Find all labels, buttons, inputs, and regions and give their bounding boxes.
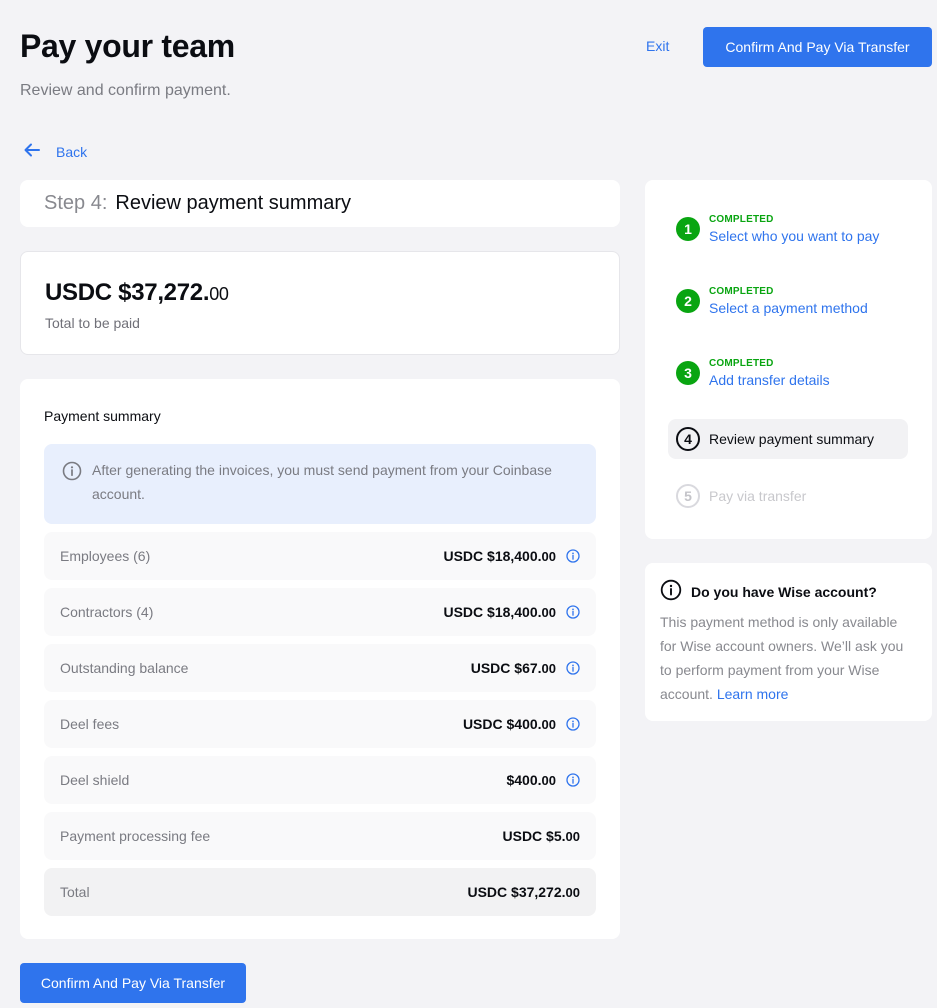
- row-value: USDC $5.00: [503, 828, 581, 844]
- row-value: $400.00: [506, 772, 556, 788]
- step-title: Review payment summary: [115, 192, 352, 214]
- row-value: USDC $18,400.00: [443, 604, 556, 620]
- step-badge-completed: 1: [676, 217, 700, 241]
- row-value: USDC $18,400.00: [443, 548, 556, 564]
- info-icon[interactable]: [566, 717, 580, 731]
- back-label: Back: [56, 143, 88, 160]
- step-badge-upcoming: 5: [676, 484, 700, 508]
- info-icon[interactable]: [566, 661, 580, 675]
- step-status: COMPLETED: [709, 286, 774, 297]
- summary-row: Employees (6) USDC $18,400.00: [44, 532, 596, 580]
- step-meta: COMPLETED Select a payment method: [709, 286, 868, 316]
- summary-row: Deel shield $400.00: [44, 756, 596, 804]
- page-subtitle: Review and confirm payment.: [20, 82, 231, 99]
- exit-link[interactable]: Exit: [646, 38, 669, 54]
- stepper-card: 1 COMPLETED Select who you want to pay 2…: [645, 180, 932, 539]
- total-card: USDC $37,272.00 Total to be paid: [20, 251, 620, 355]
- step-status: COMPLETED: [709, 214, 774, 225]
- row-value-group: USDC $37,272.00: [467, 884, 580, 900]
- step-item-2[interactable]: 2 COMPLETED Select a payment method: [676, 286, 868, 316]
- row-value-group: USDC $67.00: [471, 660, 580, 676]
- summary-rows: Employees (6) USDC $18,400.00 Contractor…: [44, 532, 596, 916]
- row-value-group: USDC $18,400.00: [443, 604, 580, 620]
- row-value-cents: 00: [541, 661, 556, 676]
- step-status: COMPLETED: [709, 358, 774, 369]
- alert-text: After generating the invoices, you must …: [92, 462, 552, 502]
- row-label: Payment processing fee: [60, 828, 211, 844]
- row-value-cents: 00: [565, 829, 580, 844]
- payment-summary-card: Payment summary After generating the inv…: [20, 379, 620, 939]
- row-value-cents: 00: [541, 717, 556, 732]
- step-label: Review payment summary: [709, 431, 874, 447]
- confirm-pay-button-top[interactable]: Confirm And Pay Via Transfer: [703, 27, 932, 67]
- row-label: Deel fees: [60, 716, 120, 732]
- summary-row: Outstanding balance USDC $67.00: [44, 644, 596, 692]
- step-badge-completed: 3: [676, 361, 700, 385]
- wise-title-text: Do you have Wise account?: [691, 583, 877, 600]
- row-value-group: USDC $5.00: [503, 828, 581, 844]
- summary-row: Deel fees USDC $400.00: [44, 700, 596, 748]
- step-header: Step 4: Review payment summary: [20, 180, 620, 227]
- info-icon[interactable]: [566, 549, 580, 563]
- step-badge-current: 4: [676, 427, 700, 451]
- page-title: Pay your team: [20, 28, 235, 64]
- info-icon: [660, 579, 682, 604]
- info-icon: [62, 461, 82, 481]
- row-value-main: USDC $18,400.: [443, 604, 542, 620]
- step-badge-completed: 2: [676, 289, 700, 313]
- summary-row: Contractors (4) USDC $18,400.00: [44, 588, 596, 636]
- row-value-cents: 00: [541, 549, 556, 564]
- step-link[interactable]: Select who you want to pay: [709, 228, 879, 244]
- row-label: Deel shield: [60, 772, 130, 788]
- row-value-main: $400.: [506, 772, 542, 788]
- summary-total-row: Total USDC $37,272.00: [44, 868, 596, 916]
- row-value: USDC $37,272.00: [467, 884, 580, 900]
- step-link[interactable]: Add transfer details: [709, 372, 830, 388]
- row-value-main: USDC $37,272.: [467, 884, 566, 900]
- wise-title: Do you have Wise account?: [660, 579, 917, 604]
- summary-row: Payment processing fee USDC $5.00: [44, 812, 596, 860]
- row-value-main: USDC $18,400.: [443, 548, 542, 564]
- row-value-main: USDC $5.: [502, 828, 566, 844]
- step-item-1[interactable]: 1 COMPLETED Select who you want to pay: [676, 214, 879, 244]
- confirm-pay-button-bottom[interactable]: Confirm And Pay Via Transfer: [20, 963, 246, 1003]
- step-label: Pay via transfer: [709, 488, 807, 504]
- info-icon[interactable]: [566, 773, 580, 787]
- back-link[interactable]: Back: [22, 140, 87, 163]
- total-label: Total to be paid: [45, 315, 140, 331]
- step-meta: COMPLETED Add transfer details: [709, 358, 830, 388]
- row-value-main: USDC $400.: [462, 716, 542, 732]
- step-item-5: 5 Pay via transfer: [676, 484, 806, 508]
- row-value-cents: 00: [565, 885, 580, 900]
- learn-more-link[interactable]: Learn more: [717, 686, 789, 702]
- row-value-main: USDC $67.: [470, 660, 542, 676]
- row-value-cents: 00: [541, 773, 556, 788]
- row-value: USDC $67.00: [471, 660, 556, 676]
- row-value: USDC $400.00: [463, 716, 556, 732]
- total-amount-cents: 00: [209, 284, 229, 304]
- step-item-3[interactable]: 3 COMPLETED Add transfer details: [676, 358, 830, 388]
- row-value-group: USDC $400.00: [463, 716, 580, 732]
- info-icon[interactable]: [566, 605, 580, 619]
- arrow-left-icon: [22, 140, 42, 163]
- step-number: Step 4:: [44, 192, 108, 214]
- total-amount-main: USDC $37,272.: [45, 279, 210, 306]
- row-label: Employees (6): [60, 548, 151, 564]
- row-value-group: USDC $18,400.00: [443, 548, 580, 564]
- total-amount: USDC $37,272.00: [45, 279, 595, 307]
- step-meta: COMPLETED Select who you want to pay: [709, 214, 879, 244]
- row-label: Contractors (4): [60, 604, 154, 620]
- wise-body: This payment method is only available fo…: [660, 610, 917, 706]
- wise-info-card: Do you have Wise account? This payment m…: [645, 563, 932, 721]
- info-alert: After generating the invoices, you must …: [44, 444, 596, 524]
- row-value-group: $400.00: [506, 772, 580, 788]
- step-link[interactable]: Select a payment method: [709, 300, 868, 316]
- row-value-cents: 00: [541, 605, 556, 620]
- row-label: Outstanding balance: [60, 660, 189, 676]
- step-item-4: 4 Review payment summary: [668, 419, 908, 459]
- row-label: Total: [60, 884, 90, 900]
- summary-title: Payment summary: [44, 408, 161, 424]
